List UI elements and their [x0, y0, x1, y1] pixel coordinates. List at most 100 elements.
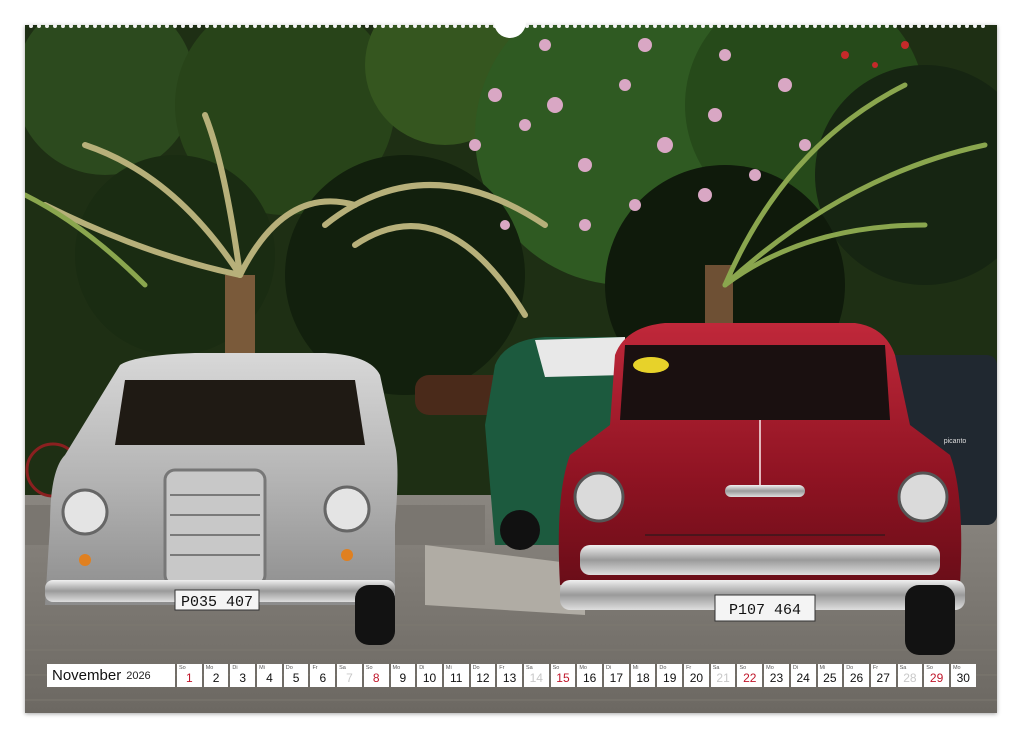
binding-hole: [485, 24, 489, 28]
binding-hole: [685, 24, 689, 28]
binding-hole: [93, 24, 97, 28]
binding-hole: [765, 24, 769, 28]
binding-hole: [813, 24, 817, 28]
binding-hole: [189, 24, 193, 28]
binding-hole: [237, 24, 241, 28]
day-cell: Fr 6: [310, 664, 336, 687]
day-number: 28: [903, 671, 917, 685]
binding-hole: [381, 24, 385, 28]
day-number: 1: [186, 671, 193, 685]
day-number: 27: [876, 671, 890, 685]
day-number: 10: [422, 671, 437, 685]
day-number: 23: [769, 671, 784, 685]
binding-hole: [349, 24, 353, 28]
day-number: 6: [319, 671, 327, 685]
day-cell: Sa 28: [897, 664, 923, 687]
binding-hole: [117, 24, 121, 28]
binding-hole: [597, 24, 601, 28]
day-cell: Mi 18: [630, 664, 656, 687]
binding-hole: [245, 24, 249, 28]
binding-hole: [165, 24, 169, 28]
day-cell: Mo 9: [390, 664, 416, 687]
day-number: 20: [689, 671, 704, 685]
binding-hole: [437, 24, 441, 28]
binding-hole: [301, 24, 305, 28]
binding-hole: [293, 24, 297, 28]
binding-hole: [53, 24, 57, 28]
binding-hole: [661, 24, 665, 28]
binding-hole: [645, 24, 649, 28]
binding-hole: [445, 24, 449, 28]
binding-hole: [341, 24, 345, 28]
binding-hole: [629, 24, 633, 28]
binding-hole: [925, 24, 929, 28]
binding-hole: [669, 24, 673, 28]
binding-hole: [29, 24, 33, 28]
binding-hole: [541, 24, 545, 28]
binding-hole: [861, 24, 865, 28]
binding-hole: [277, 24, 281, 28]
binding-hole: [397, 24, 401, 28]
binding-hole: [741, 24, 745, 28]
binding-hole: [325, 24, 329, 28]
binding-hole: [973, 24, 977, 28]
binding-hole: [373, 24, 377, 28]
day-cell: Do 12: [470, 664, 496, 687]
right-plate-text: P107 464: [729, 602, 801, 619]
day-number: 18: [636, 671, 650, 685]
binding-hole: [877, 24, 881, 28]
left-plate-text: P035 407: [181, 594, 253, 611]
binding-hole: [717, 24, 721, 28]
day-number: 22: [743, 671, 757, 685]
binding-hole: [221, 24, 225, 28]
day-cell: Di 17: [604, 664, 629, 687]
day-number: 5: [292, 671, 300, 685]
binding-hole: [789, 24, 793, 28]
binding-hole: [701, 24, 705, 28]
binding-hole: [901, 24, 905, 28]
binding-hole: [797, 24, 801, 28]
day-cell: Mi 11: [443, 664, 469, 687]
binding-hole: [749, 24, 753, 28]
binding-hole: [837, 24, 841, 28]
binding-hole: [805, 24, 809, 28]
day-cell: Fr 13: [497, 664, 522, 687]
binding-hole: [405, 24, 409, 28]
day-number: 3: [239, 671, 247, 685]
binding-hole: [885, 24, 889, 28]
binding-hole: [461, 24, 465, 28]
binding-hole: [261, 24, 265, 28]
binding-hole: [605, 24, 609, 28]
binding-hole: [957, 24, 961, 28]
binding-hole: [229, 24, 233, 28]
day-number: 7: [346, 671, 353, 685]
day-cell: So 15: [550, 664, 576, 687]
binding-hole: [269, 24, 273, 28]
day-cell: So 1: [177, 664, 202, 687]
binding-hole: [533, 24, 537, 28]
binding-hole: [357, 24, 361, 28]
binding-hole: [157, 24, 161, 28]
binding-hole: [733, 24, 737, 28]
day-cell: Mi 25: [817, 664, 843, 687]
day-cell: Do 19: [657, 664, 683, 687]
day-cell: Mo 23: [764, 664, 789, 687]
day-number: 19: [663, 671, 677, 685]
binding-hole: [557, 24, 561, 28]
day-cell: Di 3: [230, 664, 256, 687]
binding-hole: [77, 24, 81, 28]
year: 2026: [126, 669, 151, 682]
binding-hole: [653, 24, 657, 28]
day-cell: Fr 27: [870, 664, 896, 687]
day-number: 12: [476, 671, 490, 685]
binding-hole: [197, 24, 201, 28]
binding-hole: [109, 24, 113, 28]
binding-hole: [829, 24, 833, 28]
binding-hole: [949, 24, 953, 28]
day-number: 29: [929, 671, 944, 685]
binding-hole: [981, 24, 985, 28]
binding-hole: [125, 24, 129, 28]
day-cell: Sa 21: [710, 664, 736, 687]
binding-hole: [869, 24, 873, 28]
binding-hole: [893, 24, 897, 28]
